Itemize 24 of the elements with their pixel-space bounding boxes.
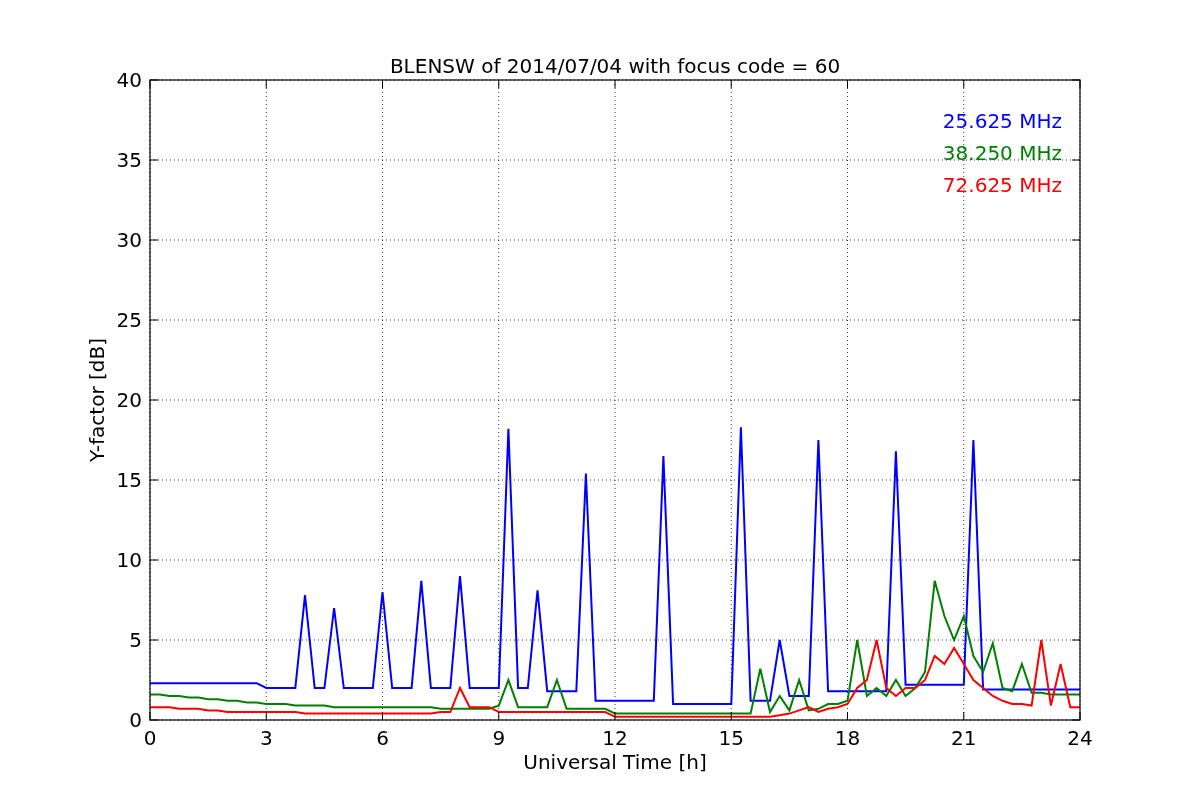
x-tick-label: 6 — [376, 726, 389, 750]
y-axis-label: Y-factor [dB] — [85, 338, 109, 462]
y-tick-label: 10 — [116, 548, 142, 572]
x-tick-label: 3 — [259, 726, 273, 750]
y-tick-label: 35 — [116, 148, 142, 172]
x-tick-label: 12 — [602, 726, 628, 750]
x-tick-label: 18 — [834, 726, 861, 750]
y-tick-label: 40 — [116, 68, 142, 92]
legend-label: 72.625 MHz — [942, 173, 1062, 197]
x-tick-label: 21 — [951, 726, 977, 750]
legend-label: 25.625 MHz — [942, 109, 1062, 133]
y-tick-label: 5 — [129, 628, 142, 652]
chart-title: BLENSW of 2014/07/04 with focus code = 60 — [389, 54, 841, 78]
y-tick-label: 0 — [129, 708, 142, 732]
y-tick-label: 15 — [116, 468, 142, 492]
y-tick-label: 20 — [116, 388, 142, 412]
x-tick-label: 15 — [718, 726, 744, 750]
legend-label: 38.250 MHz — [942, 141, 1062, 165]
y-tick-label: 25 — [116, 308, 142, 332]
x-tick-label: 24 — [1067, 726, 1093, 750]
x-tick-label: 9 — [492, 726, 506, 750]
y-tick-label: 30 — [116, 228, 142, 252]
x-axis-label: Universal Time [h] — [523, 750, 707, 774]
x-tick-label: 0 — [143, 726, 157, 750]
